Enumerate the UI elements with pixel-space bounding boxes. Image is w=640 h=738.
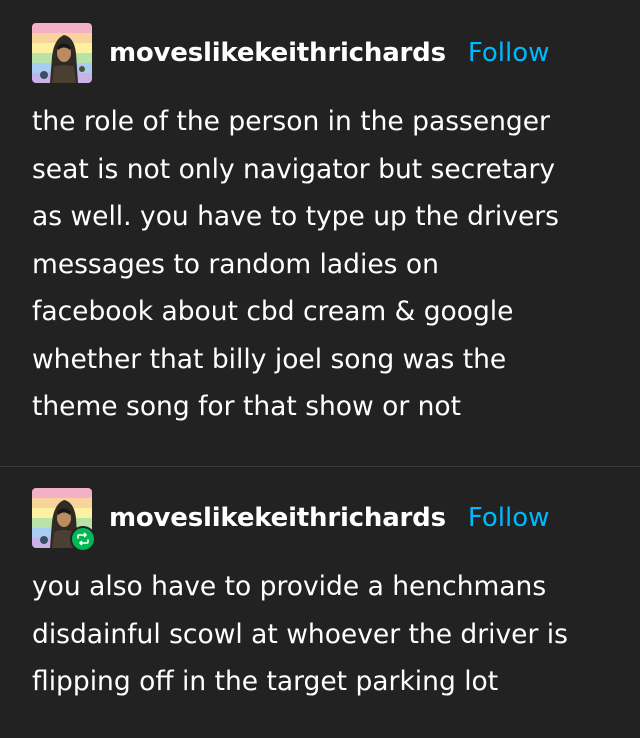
username[interactable]: moveslikekeithrichards: [109, 503, 446, 533]
post-body: you also have to provide a henchmans dis…: [32, 571, 568, 697]
reblog-badge: [70, 526, 96, 552]
post-header: moveslikekeithrichards Follow: [32, 488, 550, 552]
reblog-icon: [77, 532, 89, 546]
pride-flag-hooded-figure-avatar-icon: [32, 23, 92, 83]
follow-button[interactable]: Follow: [468, 38, 550, 68]
username[interactable]: moveslikekeithrichards: [109, 38, 446, 68]
post-1: moveslikekeithrichards Follow the role o…: [0, 0, 640, 466]
post-2: moveslikekeithrichards Follow you also h…: [0, 467, 640, 738]
avatar[interactable]: [32, 23, 92, 83]
post-header: moveslikekeithrichards Follow: [32, 23, 549, 83]
follow-button[interactable]: Follow: [468, 503, 550, 533]
post-body: the role of the person in the passenger …: [32, 106, 559, 422]
